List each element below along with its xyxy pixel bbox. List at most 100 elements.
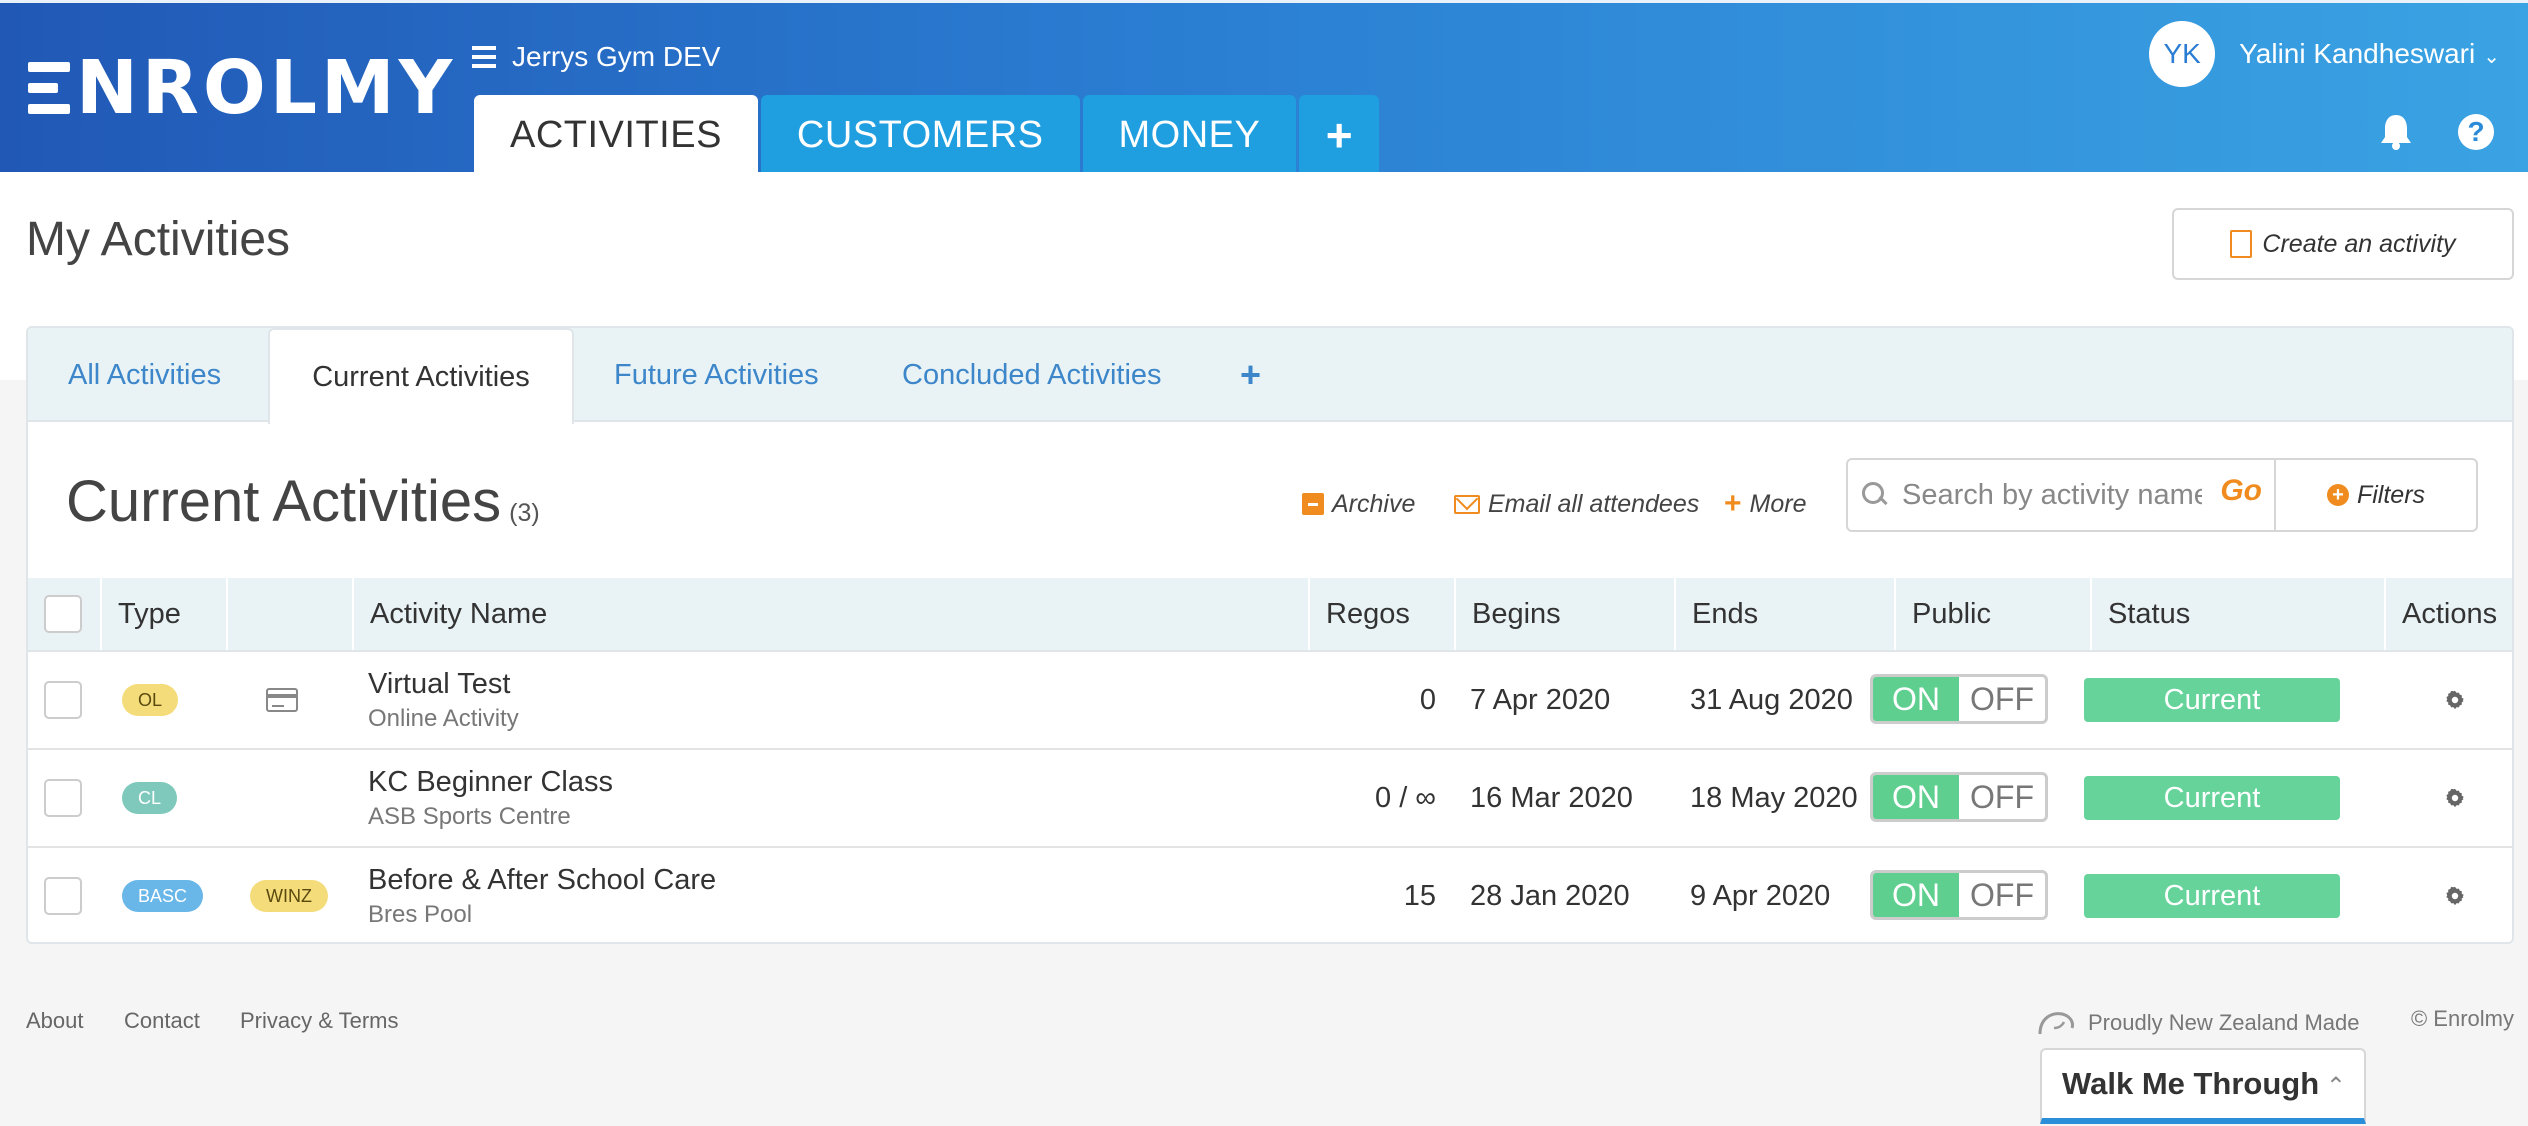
toggle-off: OFF bbox=[1970, 680, 2034, 717]
payment-cell bbox=[266, 652, 298, 748]
public-toggle[interactable]: ON OFF bbox=[1870, 674, 2048, 724]
plus-icon: + bbox=[1240, 354, 1262, 395]
ends-cell: 9 Apr 2020 bbox=[1690, 879, 1831, 912]
subtab-future-label: Future Activities bbox=[614, 358, 819, 391]
subtab-concluded-activities[interactable]: Concluded Activities bbox=[902, 328, 1162, 422]
column-status-label: Status bbox=[2108, 597, 2191, 630]
column-header-activity-name[interactable]: Activity Name bbox=[352, 578, 1308, 650]
activity-name[interactable]: Virtual Test bbox=[368, 668, 510, 701]
gear-icon[interactable] bbox=[2444, 689, 2466, 711]
toggle-off: OFF bbox=[1970, 778, 2034, 815]
add-subtab-button[interactable]: + bbox=[1240, 328, 1261, 422]
archive-label: Archive bbox=[1332, 489, 1416, 518]
go-button[interactable]: Go bbox=[2220, 474, 2262, 508]
table-row[interactable]: BASC WINZ Before & After School Care Bre… bbox=[28, 848, 2512, 942]
subtab-all-activities[interactable]: All Activities bbox=[68, 328, 221, 422]
activity-name-cell[interactable]: KC Beginner Class ASB Sports Centre bbox=[368, 750, 613, 846]
tab-activities-label: ACTIVITIES bbox=[510, 113, 722, 156]
activity-name[interactable]: Before & After School Care bbox=[368, 864, 716, 897]
type-cell: BASC bbox=[122, 848, 204, 942]
column-header-public[interactable]: Public bbox=[1894, 578, 2090, 650]
begins-cell: 16 Mar 2020 bbox=[1470, 781, 1633, 814]
column-type-label: Type bbox=[118, 597, 181, 630]
hamburger-icon[interactable] bbox=[472, 46, 496, 68]
subtab-current-label: Current Activities bbox=[312, 360, 530, 393]
type2-badge: WINZ bbox=[250, 880, 328, 912]
type2-cell: WINZ bbox=[250, 848, 328, 942]
column-header-begins[interactable]: Begins bbox=[1454, 578, 1674, 650]
footer-link-contact[interactable]: Contact bbox=[124, 1008, 200, 1034]
filters-button[interactable]: + Filters bbox=[2274, 458, 2478, 532]
public-toggle[interactable]: ON OFF bbox=[1870, 870, 2048, 920]
user-menu[interactable]: YK Yalini Kandheswari ⌄ bbox=[2149, 19, 2500, 89]
archive-icon bbox=[1302, 493, 1324, 515]
activity-name-cell[interactable]: Before & After School Care Bres Pool bbox=[368, 848, 716, 942]
chevron-down-icon: ⌄ bbox=[2483, 46, 2500, 68]
ends-cell: 18 May 2020 bbox=[1690, 781, 1858, 814]
chevron-up-icon: ⌃ bbox=[2325, 1073, 2346, 1100]
activity-count: (3) bbox=[509, 499, 540, 527]
walk-me-through-label: Walk Me Through bbox=[2062, 1066, 2320, 1101]
plus-circle-icon: + bbox=[2326, 484, 2349, 506]
row-checkbox-cell bbox=[44, 750, 82, 846]
copyright: © Enrolmy bbox=[2410, 1006, 2514, 1031]
logo-e-mark bbox=[28, 62, 70, 114]
table-row[interactable]: OL Virtual Test Online Activity 0 7 Apr … bbox=[28, 652, 2512, 750]
gear-icon[interactable] bbox=[2444, 787, 2466, 809]
regos-cell: 0 bbox=[1419, 683, 1436, 716]
column-header-type[interactable]: Type bbox=[100, 578, 226, 650]
status-badge: Current bbox=[2084, 776, 2340, 820]
column-header-status[interactable]: Status bbox=[2090, 578, 2384, 650]
column-actions-label: Actions bbox=[2402, 597, 2498, 630]
tab-money[interactable]: MONEY bbox=[1082, 95, 1297, 175]
nz-made: Proudly New Zealand Made bbox=[2036, 1008, 2359, 1038]
enrolmy-logo[interactable]: NROLMY bbox=[28, 45, 456, 131]
more-button[interactable]: + More bbox=[1724, 484, 1807, 524]
row-checkbox[interactable] bbox=[44, 877, 82, 915]
gear-icon[interactable] bbox=[2444, 885, 2466, 907]
subtab-future-activities[interactable]: Future Activities bbox=[614, 328, 819, 422]
more-label: More bbox=[1749, 489, 1807, 518]
plus-icon: + bbox=[1325, 109, 1354, 161]
toggle-on: ON bbox=[1873, 775, 1959, 819]
create-activity-label: Create an activity bbox=[2262, 229, 2456, 258]
logo-text: NROLMY bbox=[76, 45, 457, 131]
walk-me-through-button[interactable]: Walk Me Through ⌃ bbox=[2040, 1048, 2366, 1124]
main-nav: ACTIVITIES CUSTOMERS MONEY + bbox=[474, 95, 1380, 175]
activity-location: Bres Pool bbox=[368, 900, 473, 928]
plus-icon: + bbox=[1724, 487, 1742, 520]
row-checkbox-cell bbox=[44, 652, 82, 748]
row-checkbox[interactable] bbox=[44, 779, 82, 817]
tab-customers[interactable]: CUSTOMERS bbox=[760, 95, 1080, 175]
search-input[interactable] bbox=[1902, 478, 2202, 512]
column-begins-label: Begins bbox=[1472, 597, 1561, 630]
bell-icon[interactable] bbox=[2378, 113, 2414, 151]
search-icon bbox=[1862, 482, 1888, 508]
select-all-checkbox[interactable] bbox=[44, 595, 82, 633]
public-toggle[interactable]: ON OFF bbox=[1870, 772, 2048, 822]
subtab-current-activities[interactable]: Current Activities bbox=[268, 328, 574, 424]
envelope-icon bbox=[1454, 494, 1480, 514]
table-row[interactable]: CL KC Beginner Class ASB Sports Centre 0… bbox=[28, 750, 2512, 848]
activity-name-cell[interactable]: Virtual Test Online Activity bbox=[368, 652, 519, 748]
archive-button[interactable]: Archive bbox=[1302, 484, 1415, 524]
add-tab-button[interactable]: + bbox=[1299, 95, 1380, 175]
footer-link-about[interactable]: About bbox=[26, 1008, 84, 1034]
activity-name[interactable]: KC Beginner Class bbox=[368, 766, 613, 799]
footer-link-privacy[interactable]: Privacy & Terms bbox=[240, 1008, 399, 1034]
create-activity-button[interactable]: Create an activity bbox=[2172, 208, 2514, 280]
status-badge: Current bbox=[2084, 678, 2340, 722]
org-switcher[interactable]: Jerrys Gym DEV bbox=[472, 37, 720, 77]
column-header-blank bbox=[226, 578, 352, 650]
type-badge: CL bbox=[122, 782, 178, 814]
activities-panel: All Activities Current Activities Future… bbox=[26, 326, 2514, 944]
table-header: Type Activity Name Regos Begins Ends Pub… bbox=[28, 578, 2512, 652]
type-badge: BASC bbox=[122, 880, 204, 912]
tab-activities[interactable]: ACTIVITIES bbox=[474, 95, 758, 175]
row-checkbox[interactable] bbox=[44, 681, 82, 719]
email-all-button[interactable]: Email all attendees bbox=[1454, 484, 1699, 524]
section-title-text: Current Activities bbox=[66, 469, 502, 534]
help-icon[interactable]: ? bbox=[2458, 114, 2494, 150]
column-header-regos[interactable]: Regos bbox=[1308, 578, 1454, 650]
column-header-ends[interactable]: Ends bbox=[1674, 578, 1894, 650]
